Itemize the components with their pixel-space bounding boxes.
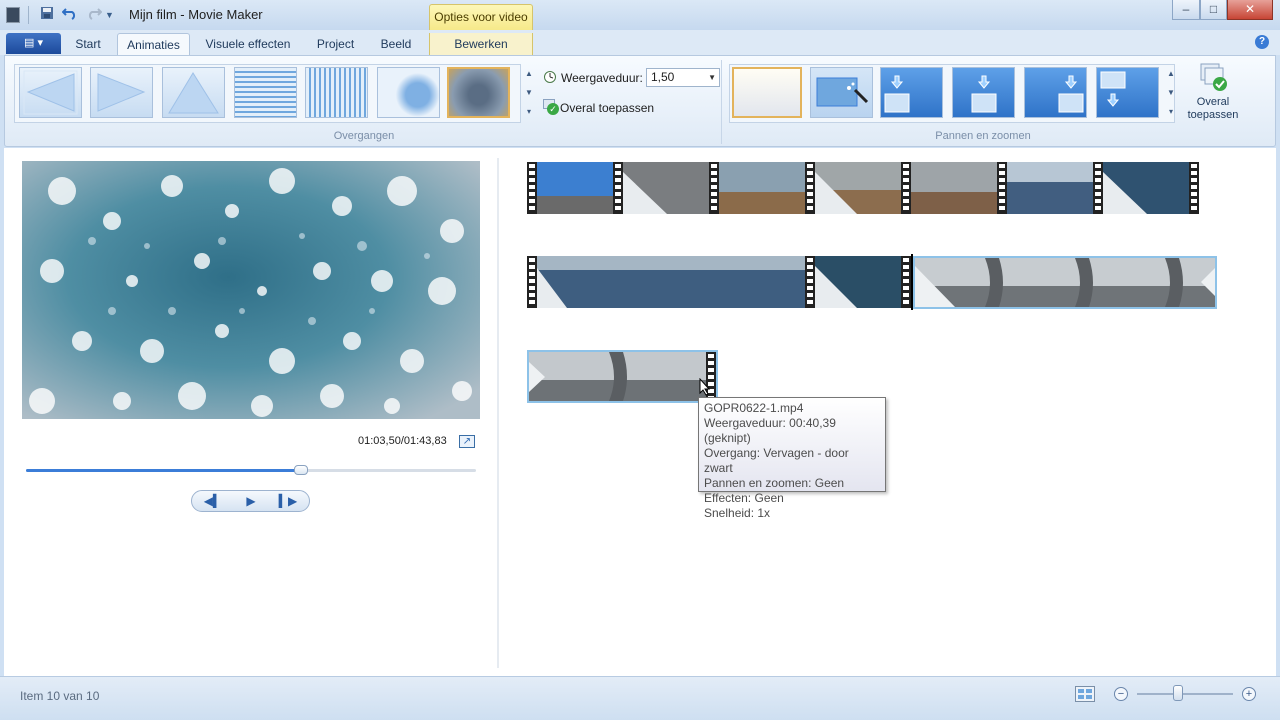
playback-controls: ◀▍ ▶ ▍▶ <box>191 490 310 512</box>
thumbnail-size-icon[interactable] <box>1075 686 1095 702</box>
tooltip-duration: Weergaveduur: 00:40,39 (geknipt) <box>704 416 836 445</box>
item-count: Item 10 van 10 <box>20 689 100 703</box>
tab-bewerken[interactable]: Bewerken <box>429 33 533 55</box>
film-strip-icon <box>1189 162 1199 214</box>
tooltip-transition: Overgang: Vervagen - door zwart <box>704 446 849 475</box>
apply-all-pan-zoom-button[interactable]: Overal toepassen <box>1185 62 1241 122</box>
pan-zoom-gallery: ▲ ▼ ▾ <box>729 64 1175 123</box>
zoom-slider-handle[interactable] <box>1173 685 1183 701</box>
tooltip-effects: Effecten: Geen <box>704 491 784 505</box>
zoom-out-icon[interactable]: − <box>1114 687 1128 701</box>
film-strip-icon <box>527 162 537 214</box>
transition-horizontal-bars[interactable] <box>234 67 297 118</box>
seek-handle[interactable] <box>294 465 308 475</box>
tab-beeld[interactable]: Beeld <box>372 33 420 55</box>
timecode: 01:03,50/01:43,83 <box>358 435 447 447</box>
duration-icon <box>543 69 557 86</box>
storyboard-row-1 <box>527 162 1199 214</box>
selected-clip[interactable] <box>913 256 1217 309</box>
pan-zoom-automatic[interactable] <box>810 67 873 118</box>
pan-down-left[interactable] <box>1096 67 1159 118</box>
checkmark-icon: ✓ <box>547 103 559 115</box>
title-separator <box>28 6 29 24</box>
tab-animaties[interactable]: Animaties <box>117 33 190 55</box>
seek-progress <box>26 469 301 472</box>
pan-zoom-none[interactable] <box>732 67 802 118</box>
transition-dissolve[interactable] <box>377 67 440 118</box>
pan-zoom-group-label: Pannen en zoomen <box>935 130 1031 142</box>
film-strip-icon <box>1093 162 1103 214</box>
pan-gallery-scroll-up-icon[interactable]: ▲ <box>1165 65 1177 83</box>
status-bar: Item 10 van 10 − + <box>0 676 1280 720</box>
play-icon[interactable]: ▶ <box>240 493 262 510</box>
app-icon[interactable] <box>6 7 20 23</box>
contextual-tab-header: Opties voor video <box>429 4 533 30</box>
undo-icon[interactable] <box>61 6 78 24</box>
tab-start[interactable]: Start <box>66 33 110 55</box>
pane-splitter[interactable] <box>497 158 499 668</box>
video-preview[interactable] <box>22 161 480 419</box>
mouse-pointer-icon <box>699 377 711 396</box>
tooltip-filename: GOPR0622-1.mp4 <box>704 401 804 415</box>
transition-slide-left[interactable] <box>19 67 82 118</box>
storyboard-clip-last[interactable] <box>527 350 718 403</box>
clip-tooltip: GOPR0622-1.mp4 Weergaveduur: 00:40,39 (g… <box>698 397 886 520</box>
duration-value: 1,50 <box>651 70 675 84</box>
save-icon[interactable] <box>40 6 54 24</box>
storyboard-row-2 <box>527 256 911 308</box>
film-strip-icon <box>901 256 911 308</box>
previous-frame-icon[interactable]: ◀▍ <box>202 493 224 510</box>
duration-label: Weergaveduur: <box>561 71 643 85</box>
tooltip-speed: Snelheid: 1x <box>704 506 771 520</box>
transition-fade-black[interactable] <box>447 67 510 118</box>
minimize-button[interactable]: – <box>1172 0 1200 20</box>
help-icon[interactable]: ? <box>1255 35 1269 49</box>
transitions-gallery: ▲ ▼ ▾ <box>14 64 533 123</box>
maximize-button[interactable]: □ <box>1200 0 1227 20</box>
transition-slide-right[interactable] <box>90 67 153 118</box>
pan-gallery-more-icon[interactable]: ▾ <box>1165 103 1177 121</box>
gallery-scroll-up-icon[interactable]: ▲ <box>523 65 535 83</box>
film-strip-icon <box>901 162 911 214</box>
pan-up-left[interactable] <box>880 67 943 118</box>
apply-all-pan-zoom-label: Overal toepassen <box>1187 96 1239 121</box>
film-strip-icon <box>805 162 815 214</box>
window-title: Mijn film - Movie Maker <box>129 7 263 22</box>
close-button[interactable]: ✕ <box>1227 0 1273 20</box>
zoom-in-icon[interactable]: + <box>1242 687 1256 701</box>
fullscreen-icon[interactable]: ↗ <box>459 435 475 448</box>
pan-up-center[interactable] <box>952 67 1015 118</box>
gallery-more-icon[interactable]: ▾ <box>523 103 535 121</box>
film-strip-icon <box>805 256 815 308</box>
tab-visuele-effecten[interactable]: Visuele effecten <box>197 33 299 55</box>
tab-project[interactable]: Project <box>308 33 363 55</box>
group-separator <box>721 60 722 144</box>
film-strip-icon <box>527 256 537 308</box>
film-strip-icon <box>613 162 623 214</box>
transition-reveal-up[interactable] <box>162 67 225 118</box>
ribbon-tab-row: ▤ ▾ Start Animaties Visuele effecten Pro… <box>0 30 1280 55</box>
customize-dropdown-icon[interactable]: ▼ <box>105 6 114 24</box>
title-bar: ▼ Mijn film - Movie Maker Opties voor vi… <box>0 0 1280 30</box>
gallery-scroll-down-icon[interactable]: ▼ <box>523 84 535 102</box>
redo-icon[interactable] <box>86 6 103 24</box>
chevron-down-icon: ▼ <box>708 73 716 82</box>
file-menu-button[interactable]: ▤ ▾ <box>6 33 61 54</box>
transitions-group-label: Overgangen <box>333 130 395 142</box>
film-strip-icon <box>709 162 719 214</box>
film-strip-icon <box>997 162 1007 214</box>
film-check-icon <box>1198 62 1228 92</box>
main-area: 01:03,50/01:43,83 ↗ ◀▍ ▶ ▍▶ <box>4 148 1276 676</box>
duration-dropdown[interactable]: 1,50 ▼ <box>646 68 720 87</box>
pan-gallery-scroll-down-icon[interactable]: ▼ <box>1165 84 1177 102</box>
pan-up-right[interactable] <box>1024 67 1087 118</box>
zoom-slider[interactable] <box>1137 693 1233 695</box>
tooltip-pan-zoom: Pannen en zoomen: Geen <box>704 476 845 490</box>
seek-bar[interactable] <box>26 465 476 475</box>
transition-vertical-bars[interactable] <box>305 67 368 118</box>
next-frame-icon[interactable]: ▍▶ <box>277 493 299 510</box>
ribbon: ▲ ▼ ▾ Overgangen Weergaveduur: 1,50 ▼ ✓ … <box>4 55 1276 147</box>
